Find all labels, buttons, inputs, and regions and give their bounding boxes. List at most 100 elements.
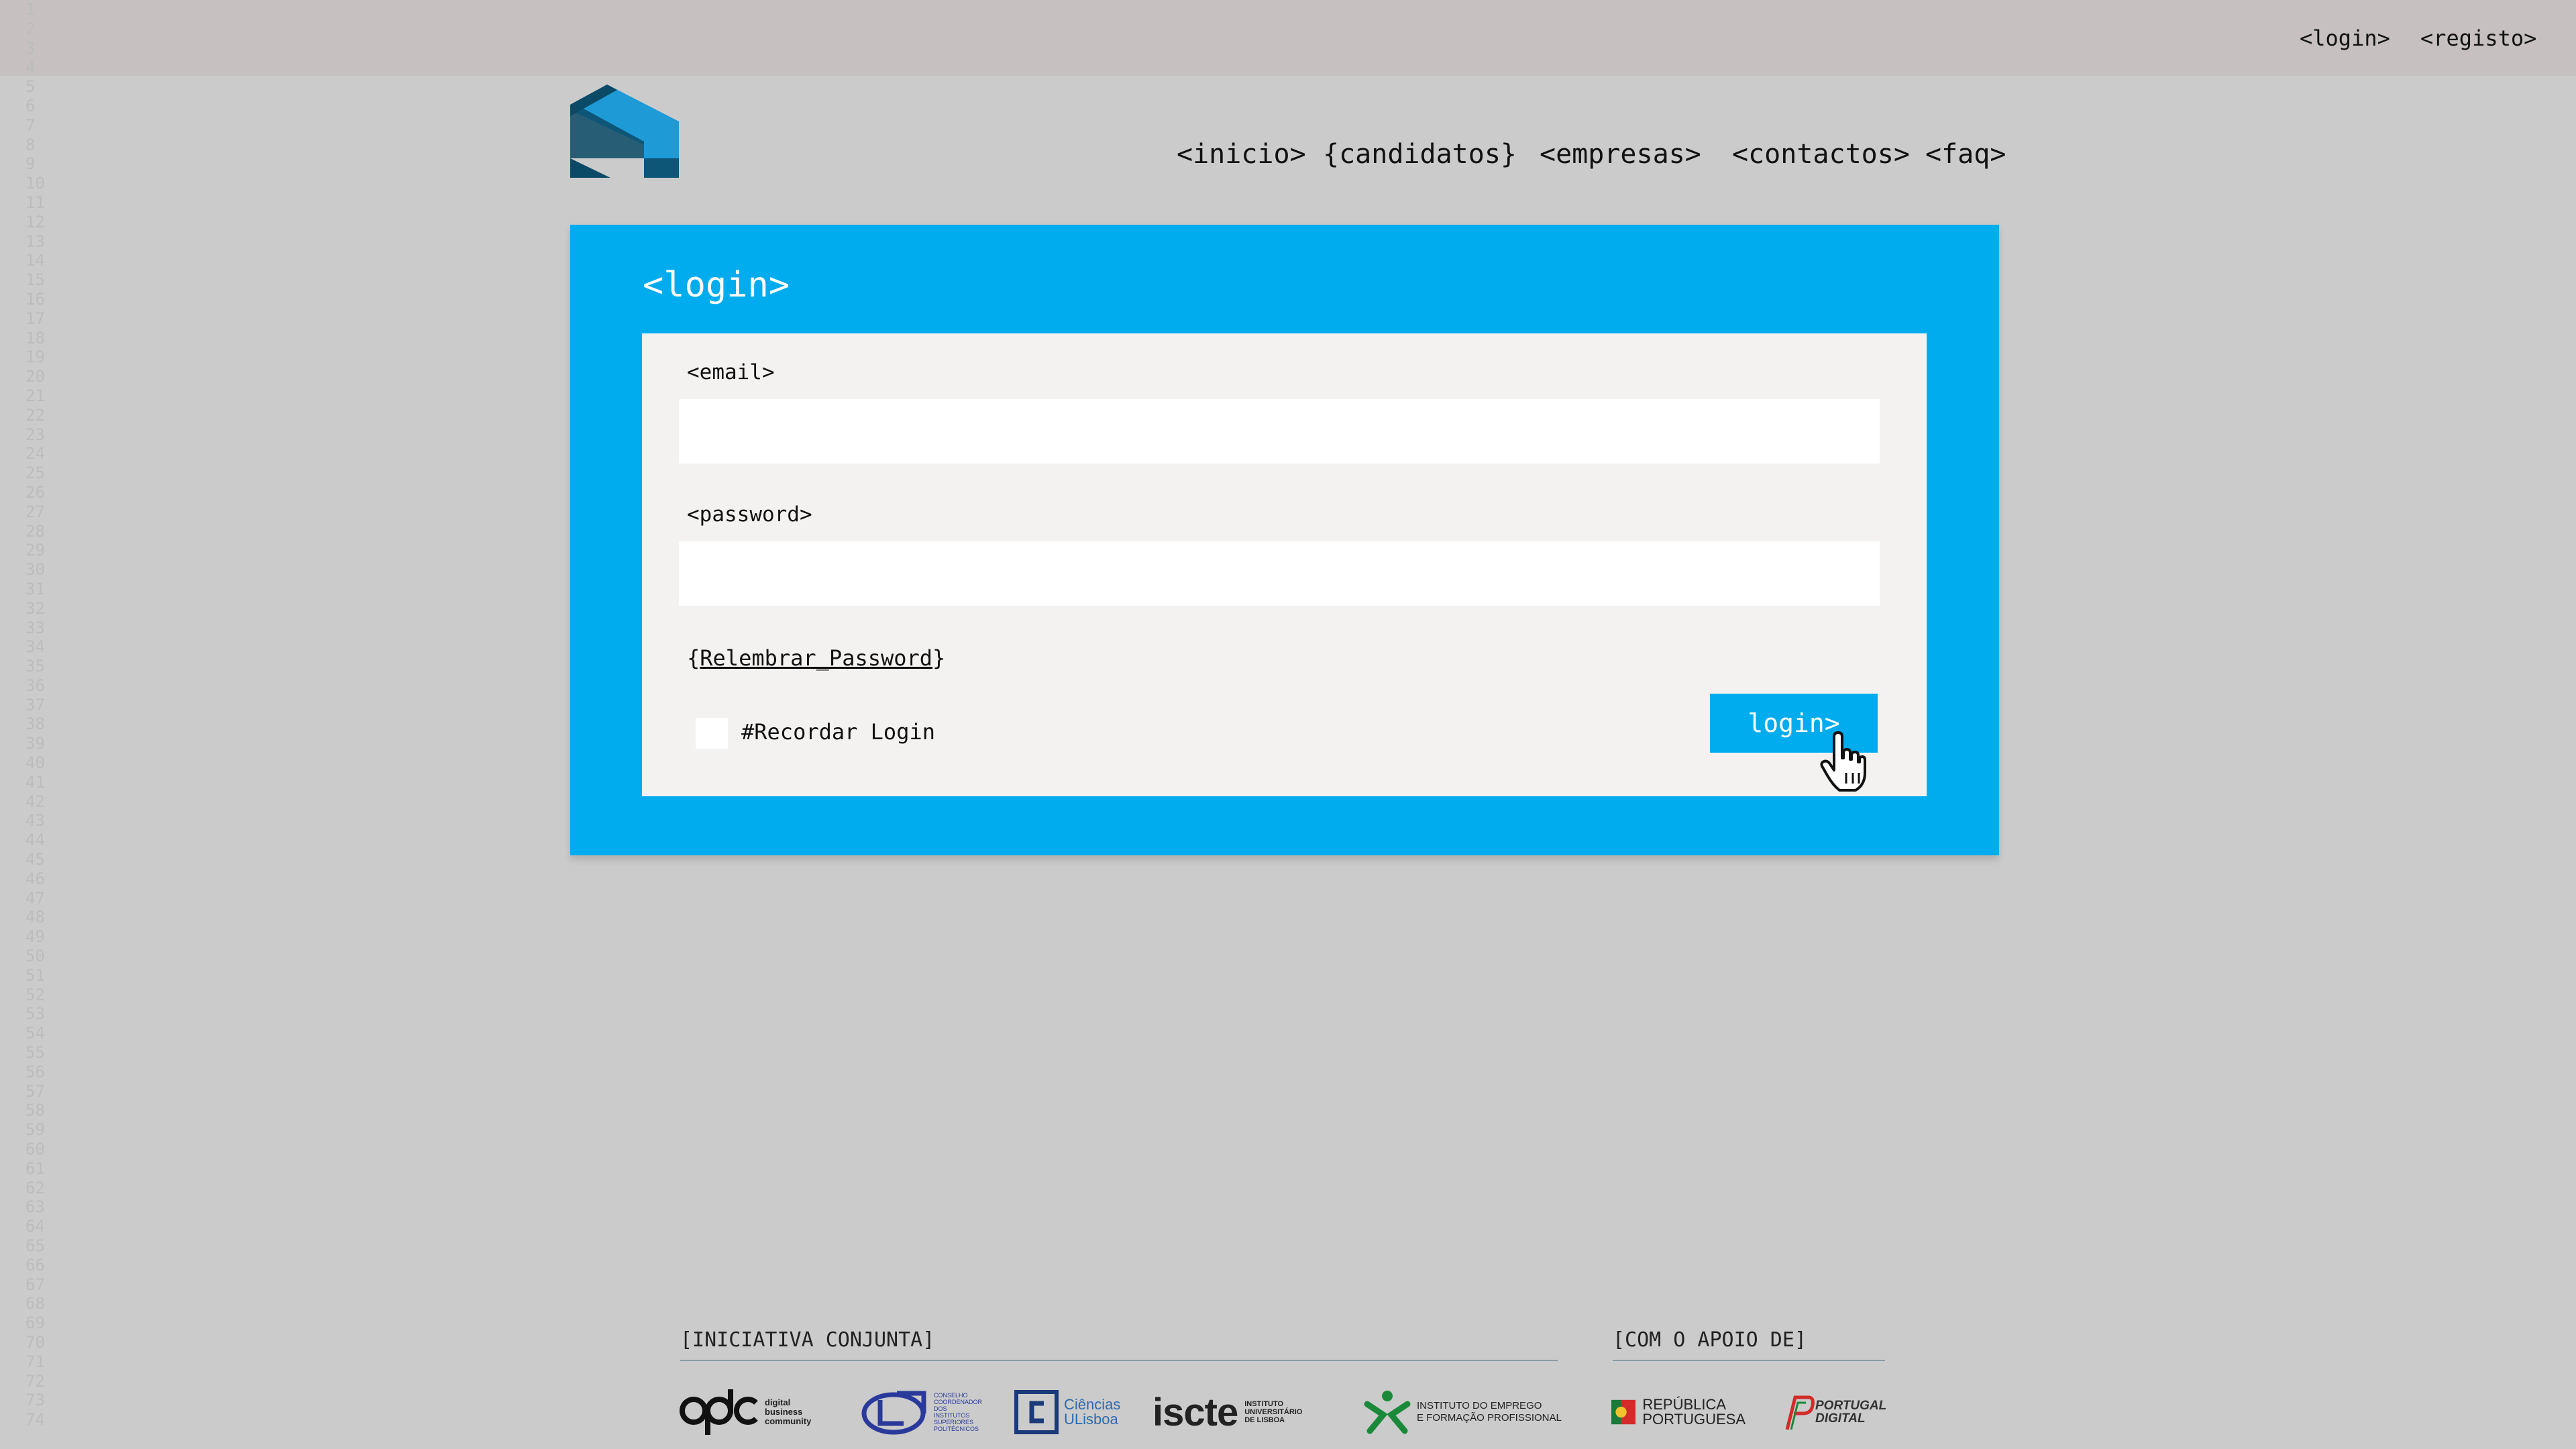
iefp-line-2: E FORMAÇÃO PROFISSIONAL — [1417, 1412, 1562, 1424]
line-number: 20 — [25, 367, 45, 386]
line-number: 52 — [25, 985, 45, 1004]
ccisp-mark-icon — [861, 1391, 926, 1435]
nav-candidatos[interactable]: {candidatos} — [1323, 139, 1517, 170]
password-label: <password> — [687, 502, 812, 527]
line-number: 33 — [25, 618, 45, 637]
line-number: 63 — [25, 1197, 45, 1217]
line-number: 7 — [25, 115, 36, 135]
apdc-line-3: community — [765, 1416, 812, 1426]
line-number: 59 — [25, 1120, 45, 1140]
republica-line-2: PORTUGUESA — [1642, 1411, 1746, 1428]
ccisp-line-2: COORDENADOR — [934, 1399, 983, 1405]
line-number: 10 — [25, 174, 45, 193]
ccisp-line-1: CONSELHO — [934, 1392, 968, 1399]
line-number: 44 — [25, 830, 45, 850]
brace-open: { — [687, 645, 700, 671]
apdc-line-1: digital — [765, 1397, 791, 1407]
line-number: 69 — [25, 1313, 45, 1333]
line-number: 28 — [25, 521, 45, 541]
line-number: 67 — [25, 1275, 45, 1294]
line-number: 68 — [25, 1294, 45, 1313]
line-number: 9 — [25, 154, 36, 174]
top-bar: <login> <registo> — [0, 0, 2576, 76]
ccisp-line-6: POLITÉCNICOS — [934, 1426, 979, 1432]
line-number: 15 — [25, 270, 45, 290]
line-number: 18 — [25, 328, 45, 347]
line-number: 47 — [25, 888, 45, 908]
support-heading: [COM O APOIO DE] — [1613, 1328, 1807, 1352]
portugal-digital-line-1: PORTUGAL — [1815, 1399, 1887, 1413]
line-number: 48 — [25, 908, 45, 927]
line-number: 37 — [25, 695, 45, 714]
line-number: 34 — [25, 637, 45, 657]
nav-empresas[interactable]: <empresas> — [1540, 139, 1701, 170]
line-number: 53 — [25, 1004, 45, 1024]
apdc-line-2: business — [765, 1407, 803, 1417]
top-registo-link[interactable]: <registo> — [2420, 25, 2536, 51]
nav-faq[interactable]: <faq> — [1925, 139, 2006, 170]
line-number: 5 — [25, 77, 36, 97]
line-number: 38 — [25, 714, 45, 734]
partners-heading: [INICIATIVA CONJUNTA] — [680, 1328, 935, 1352]
ccisp-line-4: INSTITUTOS — [934, 1412, 970, 1419]
ciencias-line-2: ULisboa — [1064, 1411, 1118, 1428]
line-number: 25 — [25, 464, 45, 483]
ciencias-mark-icon — [1014, 1390, 1059, 1434]
line-number: 13 — [25, 231, 45, 251]
line-number: 42 — [25, 792, 45, 811]
login-form: <email> <password> {Relembrar_Password} … — [642, 333, 1927, 796]
nav-inicio[interactable]: <inicio> — [1177, 139, 1306, 170]
iscte-line-3: DE LISBOA — [1244, 1416, 1285, 1424]
line-number: 41 — [25, 772, 45, 792]
line-number: 24 — [25, 444, 45, 464]
line-number: 70 — [25, 1332, 45, 1352]
ccisp-line-3: DOS — [934, 1405, 947, 1412]
line-number: 21 — [25, 386, 45, 405]
ccisp-logo[interactable]: CONSELHO COORDENADOR DOS INSTITUTOS SUPE… — [860, 1385, 994, 1439]
line-number: 1 — [25, 0, 36, 19]
password-field[interactable] — [679, 541, 1880, 606]
portugal-digital-logo[interactable]: PORTUGAL DIGITAL — [1782, 1385, 1889, 1439]
iefp-line-1: INSTITUTO DO EMPREGO — [1417, 1400, 1542, 1411]
apdc-logo[interactable]: digital business community — [679, 1385, 833, 1439]
republica-portuguesa-logo[interactable]: REPÚBLICA PORTUGUESA — [1611, 1385, 1746, 1439]
line-number: 4 — [25, 58, 36, 77]
line-number: 65 — [25, 1236, 45, 1255]
line-number: 55 — [25, 1043, 45, 1063]
site-logo[interactable] — [570, 85, 679, 178]
line-number: 29 — [25, 541, 45, 560]
line-number: 31 — [25, 579, 45, 598]
line-number: 51 — [25, 965, 45, 985]
line-number: 62 — [25, 1178, 45, 1197]
line-number: 2 — [25, 19, 36, 38]
line-number: 43 — [25, 811, 45, 830]
top-login-link[interactable]: <login> — [2300, 25, 2390, 51]
nav-contactos[interactable]: <contactos> — [1732, 139, 1910, 170]
line-number: 36 — [25, 676, 45, 695]
iscte-logo[interactable]: iscte INSTITUTO UNIVERSITÁRIO DE LISBOA — [1152, 1385, 1340, 1439]
iefp-mark-icon — [1364, 1391, 1411, 1434]
line-number: 6 — [25, 96, 36, 115]
line-number: 35 — [25, 657, 45, 676]
iefp-logo[interactable]: INSTITUTO DO EMPREGO E FORMAÇÃO PROFISSI… — [1363, 1385, 1564, 1439]
email-label: <email> — [687, 360, 775, 384]
line-number: 14 — [25, 251, 45, 270]
line-number: 74 — [25, 1410, 45, 1430]
remember-login-checkbox[interactable] — [696, 718, 728, 749]
email-field[interactable] — [679, 399, 1880, 464]
line-number: 32 — [25, 598, 45, 618]
ciencias-logo[interactable]: Ciências ULisboa — [1014, 1385, 1128, 1439]
line-number: 49 — [25, 927, 45, 947]
line-number: 26 — [25, 482, 45, 502]
line-number: 22 — [25, 405, 45, 425]
line-number: 64 — [25, 1217, 45, 1236]
line-number: 54 — [25, 1024, 45, 1043]
remember-password-link[interactable]: Relembrar_Password — [700, 645, 932, 671]
line-number: 58 — [25, 1101, 45, 1120]
line-number: 8 — [25, 135, 36, 154]
line-number: 17 — [25, 309, 45, 328]
line-number: 72 — [25, 1371, 45, 1391]
support-divider — [1613, 1360, 1885, 1361]
line-number-gutter: 1 2 3 4 5 6 7 8 9 10 11 12 13 14 15 16 17 18 19 20 21 22 23 24 2… — [25, 0, 66, 1449]
line-number: 16 — [25, 289, 45, 309]
